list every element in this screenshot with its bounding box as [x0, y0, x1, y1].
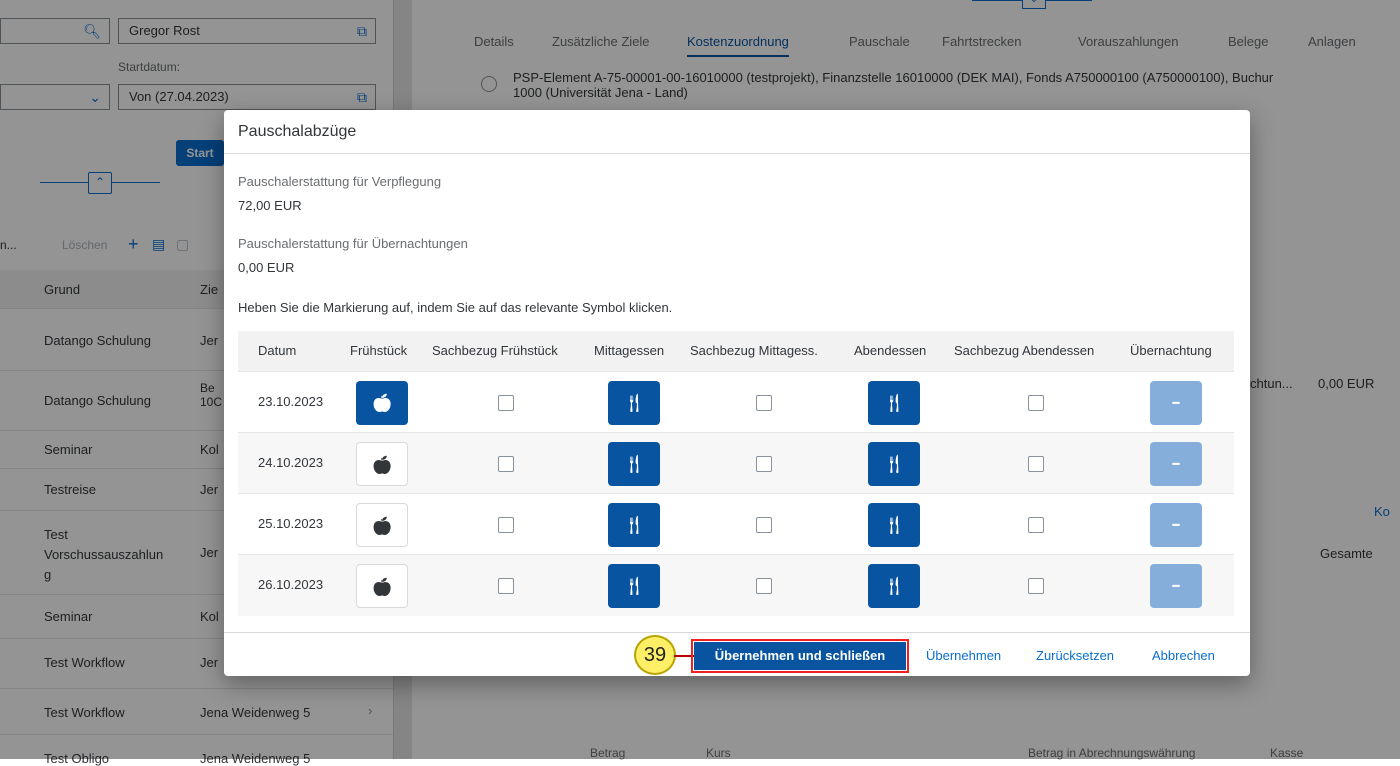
row-date: 25.10.2023	[258, 516, 324, 531]
table-row: 24.10.2023 🍎︎ 🍴︎ 🍴︎ ━	[238, 432, 1234, 494]
badge-connector	[674, 655, 694, 657]
apple-icon[interactable]: 🍎︎	[356, 503, 408, 547]
row-date: 23.10.2023	[258, 394, 324, 409]
col-sachbezug-abendessen: Sachbezug Abendessen	[954, 343, 1095, 358]
dialog-footer: 39 Übernehmen und schließen Übernehmen Z…	[224, 632, 1250, 677]
col-datum: Datum	[258, 343, 297, 358]
checkbox-sachbezug-fruehstueck[interactable]	[498, 578, 514, 594]
checkbox-sachbezug-mittagess[interactable]	[756, 456, 772, 472]
meal-table-header: Datum Frühstück Sachbezug Frühstück Mitt…	[238, 331, 1234, 371]
hint-text: Heben Sie die Markierung auf, indem Sie …	[238, 300, 673, 315]
col-fruehstueck: Frühstück	[350, 343, 408, 358]
checkbox-sachbezug-abendessen[interactable]	[1028, 578, 1044, 594]
table-row: 25.10.2023 🍎︎ 🍴︎ 🍴︎ ━	[238, 493, 1234, 555]
checkbox-sachbezug-abendessen[interactable]	[1028, 456, 1044, 472]
cutlery-icon[interactable]: 🍴︎	[608, 381, 660, 425]
col-sachbezug-fruehstueck: Sachbezug Frühstück	[432, 343, 558, 358]
col-sachbezug-mittagess: Sachbezug Mittagess.	[690, 343, 818, 358]
apple-icon[interactable]: 🍎︎	[356, 442, 408, 486]
apple-icon[interactable]: 🍎︎	[356, 564, 408, 608]
cutlery-icon[interactable]: 🍴︎	[608, 564, 660, 608]
dialog-title: Pauschalabzüge	[224, 110, 1250, 154]
checkbox-sachbezug-fruehstueck[interactable]	[498, 456, 514, 472]
cutlery-icon[interactable]: 🍴︎	[868, 503, 920, 547]
reset-button[interactable]: Zurücksetzen	[1036, 648, 1114, 663]
cutlery-icon[interactable]: 🍴︎	[608, 442, 660, 486]
col-uebernachtung: Übernachtung	[1130, 343, 1212, 358]
apply-and-close-button[interactable]: Übernehmen und schließen	[691, 639, 909, 673]
checkbox-sachbezug-abendessen[interactable]	[1028, 517, 1044, 533]
bed-icon[interactable]: ━	[1150, 381, 1202, 425]
cutlery-icon[interactable]: 🍴︎	[868, 442, 920, 486]
checkbox-sachbezug-abendessen[interactable]	[1028, 395, 1044, 411]
cancel-button[interactable]: Abbrechen	[1152, 648, 1215, 663]
checkbox-sachbezug-mittagess[interactable]	[756, 395, 772, 411]
night-allowance-value: 0,00 EUR	[238, 260, 295, 275]
row-date: 24.10.2023	[258, 455, 324, 470]
meal-allowance-label: Pauschalerstattung für Verpflegung	[238, 174, 442, 189]
bed-icon[interactable]: ━	[1150, 503, 1202, 547]
row-date: 26.10.2023	[258, 577, 324, 592]
meal-allowance-value: 72,00 EUR	[238, 198, 302, 213]
bed-icon[interactable]: ━	[1150, 564, 1202, 608]
cutlery-icon[interactable]: 🍴︎	[868, 381, 920, 425]
col-abendessen: Abendessen	[854, 343, 927, 358]
cutlery-icon[interactable]: 🍴︎	[608, 503, 660, 547]
checkbox-sachbezug-fruehstueck[interactable]	[498, 517, 514, 533]
col-mittagessen: Mittagessen	[594, 343, 665, 358]
checkbox-sachbezug-mittagess[interactable]	[756, 578, 772, 594]
cutlery-icon[interactable]: 🍴︎	[868, 564, 920, 608]
apple-icon[interactable]: 🍎︎	[356, 381, 408, 425]
night-allowance-label: Pauschalerstattung für Übernachtungen	[238, 236, 468, 251]
checkbox-sachbezug-mittagess[interactable]	[756, 517, 772, 533]
bed-icon[interactable]: ━	[1150, 442, 1202, 486]
apply-button[interactable]: Übernehmen	[926, 648, 1001, 663]
pauschalabzuege-dialog: Pauschalabzüge Pauschalerstattung für Ve…	[224, 110, 1250, 676]
table-row: 26.10.2023 🍎︎ 🍴︎ 🍴︎ ━	[238, 554, 1234, 616]
table-row: 23.10.2023 🍎︎ 🍴︎ 🍴︎ ━	[238, 371, 1234, 433]
checkbox-sachbezug-fruehstueck[interactable]	[498, 395, 514, 411]
step-badge: 39	[634, 635, 676, 675]
